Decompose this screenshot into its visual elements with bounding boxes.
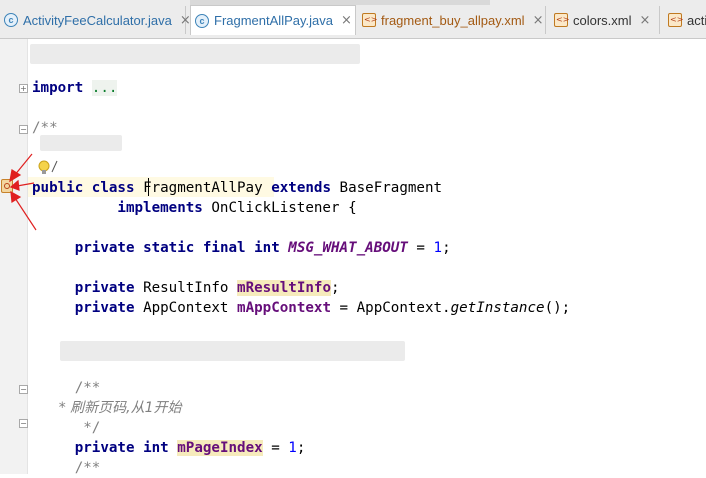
code-line-doc-open-2: /** [74,460,101,476]
editor-tab-bar: c ActivityFeeCalculator.java × c Fragmen… [0,0,706,39]
xml-file-icon [668,13,683,27]
close-icon[interactable]: × [640,13,651,28]
class-name: FragmentAllPay [143,180,263,196]
tab-label: FragmentAllPay.java [214,13,333,28]
close-icon[interactable]: × [533,13,544,28]
xml-file-icon [362,13,377,27]
tab-label: fragment_buy_allpay.xml [381,12,525,28]
text-caret [148,178,149,196]
code-line-import: import ... [32,80,118,96]
close-icon[interactable]: × [341,13,352,28]
tab-acti[interactable]: acti [664,6,706,34]
code-line-class-decl: public class FragmentAllPay extends Base… [32,180,443,196]
code-line-implements: implements OnClickListener { [117,200,357,216]
tab-label: acti [687,12,706,28]
blurred-region [40,135,122,151]
code-line-comment-close: */ [74,420,101,436]
class-icon: c [4,13,18,27]
tab-activityfeecalculator[interactable]: c ActivityFeeCalculator.java × [0,6,191,34]
code-line-comment-open: /** [74,380,101,396]
code-line-appcontext: private AppContext mAppContext = AppCont… [74,300,571,316]
folded-imports[interactable]: ... [91,80,118,96]
blurred-region [190,0,490,5]
xml-file-icon [554,13,569,27]
tab-label: colors.xml [573,12,632,28]
red-arrow-icon [9,153,37,231]
blurred-region [60,341,405,361]
code-editor[interactable]: import ... /** public class FragmentAllP… [0,39,706,476]
tab-fragmentallpay[interactable]: c FragmentAllPay.java × [190,5,356,35]
code-line-comment-body: * 刷新页码,从1开始 [54,400,182,416]
tab-label: ActivityFeeCalculator.java [23,12,172,28]
code-line-pageindex: private int mPageIndex = 1; [74,440,306,456]
tab-fragment-buy-allpay[interactable]: fragment_buy_allpay.xml × [358,6,546,34]
class-icon: c [195,13,209,28]
tab-colors[interactable]: colors.xml × [550,6,660,34]
code-line-resultinfo: private ResultInfo mResultInfo; [74,280,340,296]
blurred-region [30,44,360,64]
code-line-const: private static final int MSG_WHAT_ABOUT … [74,240,451,256]
